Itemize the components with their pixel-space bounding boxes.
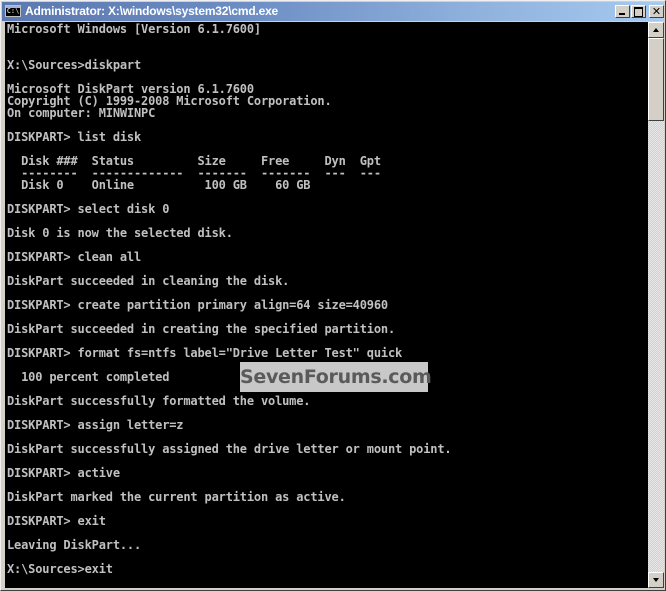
console-line: X:\Sources>diskpart (7, 58, 142, 72)
scroll-down-button[interactable] (648, 572, 664, 588)
console-line: DiskPart marked the current partition as… (7, 490, 346, 504)
scroll-up-button[interactable] (648, 22, 664, 38)
console-line: DISKPART> list disk (7, 130, 142, 144)
console-line: Leaving DiskPart... (7, 538, 142, 552)
title-bar[interactable]: C:\ Administrator: X:\windows\system32\c… (2, 2, 664, 21)
close-icon: ✕ (651, 5, 662, 18)
console-line: Disk 0 Online 100 GB 60 GB (7, 178, 311, 192)
cmd-window: C:\ Administrator: X:\windows\system32\c… (0, 0, 666, 591)
console-line: DISKPART> create partition primary align… (7, 298, 388, 312)
scroll-thumb[interactable] (648, 38, 664, 121)
console-line: DiskPart succeeded in cleaning the disk. (7, 274, 290, 288)
console-line: DISKPART> exit (7, 514, 106, 528)
console-line: Microsoft Windows [Version 6.1.7600] (7, 22, 261, 36)
watermark: SevenForums.com (240, 362, 432, 392)
console-line: DISKPART> assign letter=z (7, 418, 184, 432)
console-line: DISKPART> format fs=ntfs label="Drive Le… (7, 346, 403, 360)
console-line: DiskPart successfully formatted the volu… (7, 394, 311, 408)
console-line: 100 percent completed (7, 370, 170, 384)
console-line: DISKPART> select disk 0 (7, 202, 170, 216)
console-line: X:\Sources>exit (7, 562, 113, 576)
console-line: Disk 0 is now the selected disk. (7, 226, 233, 240)
cmd-icon[interactable]: C:\ (5, 5, 21, 17)
console-line: DISKPART> clean all (7, 250, 142, 264)
minimize-button[interactable] (615, 5, 630, 18)
console-line: DiskPart succeeded in creating the speci… (7, 322, 396, 336)
console-output[interactable]: Microsoft Windows [Version 6.1.7600] X:\S… (5, 22, 648, 588)
window-title: Administrator: X:\windows\system32\cmd.e… (25, 4, 279, 18)
console-line: DiskPart successfully assigned the drive… (7, 442, 452, 456)
maximize-button[interactable] (631, 5, 646, 18)
close-button[interactable]: ✕ (649, 5, 664, 18)
console-line: On computer: MINWINPC (7, 106, 156, 120)
console-line: DISKPART> active (7, 466, 120, 480)
vertical-scrollbar[interactable] (648, 22, 664, 588)
